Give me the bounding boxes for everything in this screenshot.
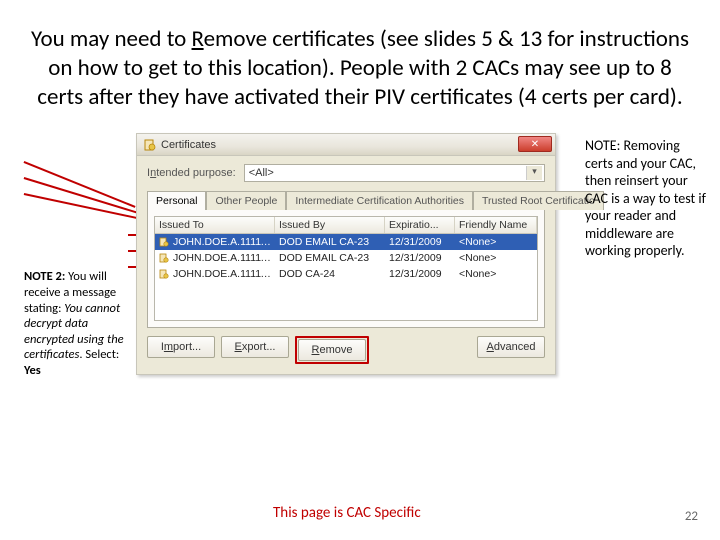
- remove-button[interactable]: Remove: [298, 339, 366, 361]
- intended-purpose-combo[interactable]: <All>: [244, 164, 545, 182]
- close-icon: ✕: [531, 139, 539, 150]
- dialog-title: Certificates: [161, 139, 216, 151]
- cert-row-icon: [159, 253, 170, 264]
- table-row[interactable]: JOHN.DOE.A.11111... DOD EMAIL CA-23 12/3…: [155, 250, 537, 266]
- callout-arrows: [24, 157, 154, 205]
- page-number: 22: [685, 509, 698, 524]
- cac-specific-label: This page is CAC Specific: [273, 504, 421, 522]
- cert-row-icon: [159, 237, 170, 248]
- remove-highlight-box: Remove: [295, 336, 369, 364]
- cert-row-icon: [159, 269, 170, 280]
- advanced-button[interactable]: Advanced: [477, 336, 545, 358]
- dialog-titlebar: Certificates ✕: [137, 134, 555, 156]
- export-button[interactable]: Export...: [221, 336, 289, 358]
- certificates-list[interactable]: Issued To Issued By Expiratio... Friendl…: [154, 216, 538, 321]
- slide-heading: You may need to Remove certificates (see…: [0, 0, 720, 119]
- col-issued-by[interactable]: Issued By: [275, 217, 385, 233]
- close-button[interactable]: ✕: [518, 136, 552, 152]
- table-row[interactable]: JOHN.DOE.A.11111... DOD EMAIL CA-23 12/3…: [155, 234, 537, 250]
- intended-purpose-label: Intended purpose:: [147, 167, 236, 179]
- certificates-dialog: Certificates ✕ Intended purpose: <All> P…: [136, 133, 556, 375]
- table-row[interactable]: JOHN.DOE.A.11111... DOD CA-24 12/31/2009…: [155, 266, 537, 282]
- col-expiration[interactable]: Expiratio...: [385, 217, 455, 233]
- tab-personal[interactable]: Personal: [147, 191, 206, 210]
- list-header: Issued To Issued By Expiratio... Friendl…: [155, 217, 537, 234]
- tab-strip: Personal Other People Intermediate Certi…: [147, 190, 545, 210]
- tab-intermediate[interactable]: Intermediate Certification Authorities: [286, 191, 473, 210]
- note2-text: NOTE 2: You will receive a message stati…: [24, 269, 134, 378]
- col-issued-to[interactable]: Issued To: [155, 217, 275, 233]
- certificate-icon: [143, 138, 157, 152]
- col-friendly-name[interactable]: Friendly Name: [455, 217, 537, 233]
- import-button[interactable]: Import...: [147, 336, 215, 358]
- tab-other-people[interactable]: Other People: [206, 191, 286, 210]
- note1-text: NOTE: Removing certs and your CAC, then …: [585, 137, 710, 260]
